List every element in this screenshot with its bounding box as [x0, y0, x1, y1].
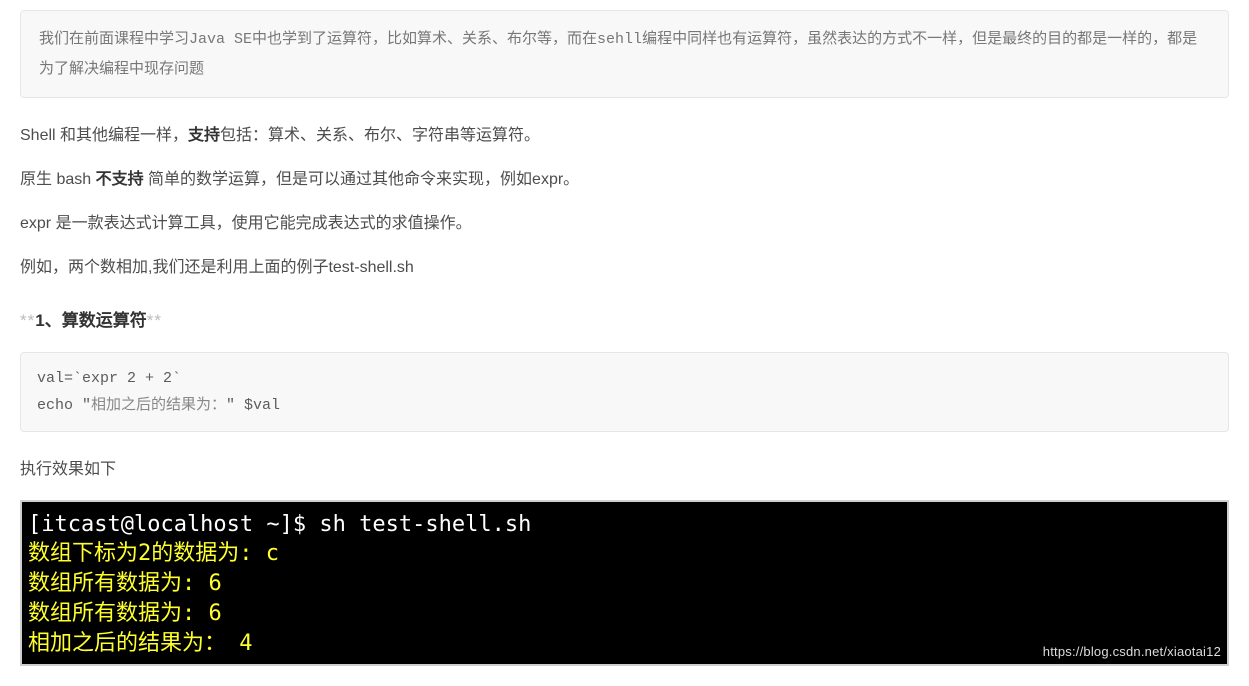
code-line-2b: 相加之后的结果为：	[91, 397, 226, 414]
p4-text: 例如，两个数相加,我们还是利用上面的例子test-shell.sh	[20, 259, 414, 276]
terminal-line-2: 数组下标为2的数据为: c	[28, 539, 1221, 569]
p1-pre: Shell 和其他编程一样，	[20, 127, 188, 144]
terminal-line-3: 数组所有数据为: 6	[28, 569, 1221, 599]
bq-mono-1: Java SE	[189, 31, 252, 48]
asters-left: **	[20, 311, 35, 330]
terminal-cmd: sh test-shell.sh	[319, 512, 531, 537]
code-block-1: val=`expr 2 + 2` echo "相加之后的结果为：" $val	[20, 352, 1229, 432]
terminal-prompt: [itcast@localhost ~]$	[28, 512, 319, 537]
p2-pre: 原生 bash	[20, 171, 96, 188]
intro-blockquote: 我们在前面课程中学习Java SE中也学到了运算符，比如算术、关系、布尔等，而在…	[20, 10, 1229, 98]
code-line-1: val=`expr 2 + 2`	[37, 370, 181, 387]
paragraph-2: 原生 bash 不支持 简单的数学运算，但是可以通过其他命令来实现，例如expr…	[20, 166, 1229, 194]
paragraph-5: 执行效果如下	[20, 456, 1229, 484]
code-line-2c: " $val	[226, 397, 280, 414]
code-line-2a: echo "	[37, 397, 91, 414]
paragraph-1: Shell 和其他编程一样，支持包括：算术、关系、布尔、字符串等运算符。	[20, 122, 1229, 150]
bq-mono-2: sehll	[597, 31, 642, 48]
p2-post: 简单的数学运算，但是可以通过其他命令来实现，例如expr。	[144, 171, 580, 188]
asters-right: **	[147, 311, 162, 330]
terminal-line-4: 数组所有数据为: 6	[28, 599, 1221, 629]
terminal-output: [itcast@localhost ~]$ sh test-shell.sh 数…	[20, 500, 1229, 666]
paragraph-4: 例如，两个数相加,我们还是利用上面的例子test-shell.sh	[20, 254, 1229, 282]
heading-text: 1、算数运算符	[35, 311, 146, 330]
p5-text: 执行效果如下	[20, 461, 116, 478]
paragraph-3: expr 是一款表达式计算工具，使用它能完成表达式的求值操作。	[20, 210, 1229, 238]
watermark: https://blog.csdn.net/xiaotai12	[1043, 643, 1221, 661]
terminal-line-1: [itcast@localhost ~]$ sh test-shell.sh	[28, 510, 1221, 540]
p2-strong: 不支持	[96, 171, 144, 188]
p3-text: expr 是一款表达式计算工具，使用它能完成表达式的求值操作。	[20, 215, 472, 232]
p1-post: 包括：算术、关系、布尔、字符串等运算符。	[220, 127, 540, 144]
bq-text-2: 中也学到了运算符，比如算术、关系、布尔等，而在	[252, 30, 597, 47]
p1-strong: 支持	[188, 127, 220, 144]
bq-text-1: 我们在前面课程中学习	[39, 30, 189, 47]
section-heading-1: **1、算数运算符**	[20, 306, 1229, 336]
